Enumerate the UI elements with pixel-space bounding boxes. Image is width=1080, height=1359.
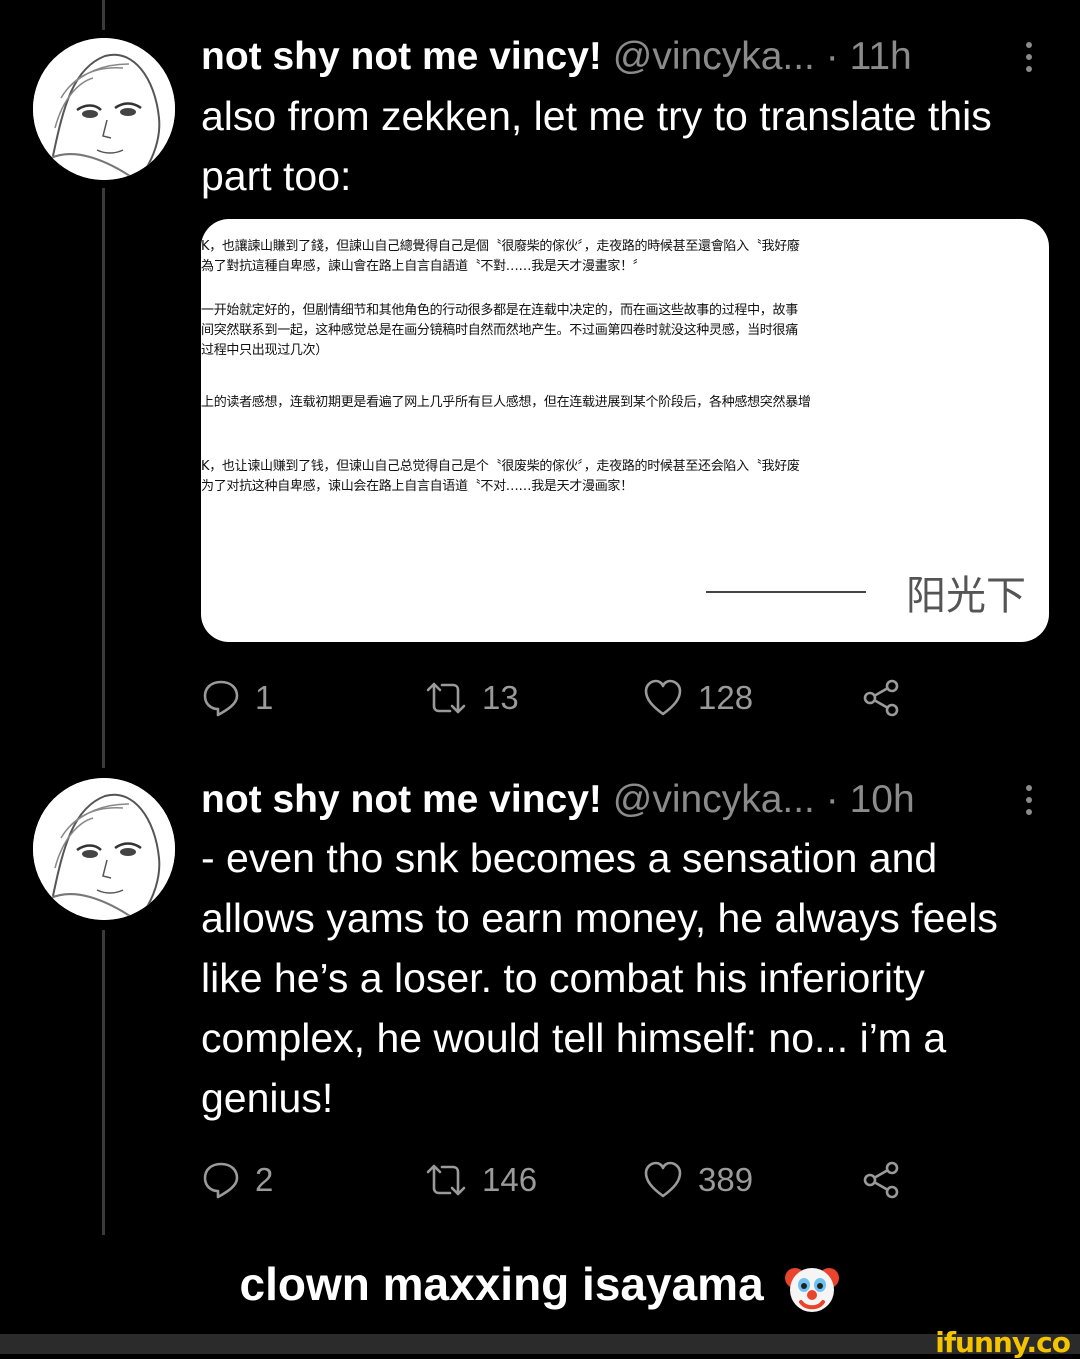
thread-line-top bbox=[102, 0, 105, 30]
reply-button[interactable]: 1 bbox=[201, 678, 273, 718]
text-line: 上的读者感想，连载初期更是看遍了网上几乎所有巨人感想，但在连载进展到某个阶段后，… bbox=[201, 395, 811, 410]
clown-face-icon bbox=[785, 1267, 840, 1312]
footer-bar bbox=[0, 1334, 1080, 1354]
more-options-icon[interactable] bbox=[1022, 42, 1036, 72]
tweet-time[interactable]: · 10h bbox=[826, 778, 915, 821]
author-name[interactable]: not shy not me vincy! bbox=[201, 35, 602, 78]
share-button[interactable] bbox=[860, 1160, 902, 1200]
tweet-image[interactable]: K，也讓諫山賺到了錢，但諫山自己總覺得自己是個〝很廢柴的傢伙〞，走夜路的時候甚至… bbox=[201, 219, 1049, 642]
share-icon bbox=[863, 679, 899, 717]
meme-caption: clown maxxing isayama bbox=[0, 1248, 1080, 1320]
share-icon bbox=[863, 1161, 899, 1199]
author-name[interactable]: not shy not me vincy! bbox=[201, 778, 602, 821]
heart-icon bbox=[644, 1161, 682, 1198]
signature-text: 阳光下 bbox=[906, 573, 1026, 619]
like-button[interactable]: 128 bbox=[642, 678, 753, 718]
tweet-actions: 2 146 389 bbox=[201, 1160, 921, 1200]
avatar[interactable] bbox=[33, 778, 175, 920]
text-line: K，也让谏山赚到了钱，但谏山自己总觉得自己是个〝很废柴的傢伙〞，走夜路的时候甚至… bbox=[201, 459, 800, 474]
text-block-2: 一开始就定好的，但剧情细节和其他角色的行动很多都是在连载中决定的，而在画这些故事… bbox=[201, 301, 798, 361]
reply-icon bbox=[203, 1162, 239, 1199]
text-line: 间突然联系到一起，这种感觉总是在画分镜稿时自然而然地产生。不过画第四卷时就没这种… bbox=[201, 323, 798, 338]
text-line: 过程中只出现过几次） bbox=[201, 343, 329, 358]
author-handle[interactable]: @vincyka... bbox=[613, 778, 815, 821]
retweet-button[interactable]: 13 bbox=[424, 678, 519, 718]
avatar-sketch-icon bbox=[33, 38, 175, 180]
tweet-time[interactable]: · 11h bbox=[826, 35, 912, 78]
retweet-button[interactable]: 146 bbox=[424, 1160, 537, 1200]
tweet-text: also from zekken, let me try to translat… bbox=[201, 93, 992, 199]
like-count: 389 bbox=[698, 1161, 754, 1198]
text-line: 一开始就定好的，但剧情细节和其他角色的行动很多都是在连载中决定的，而在画这些故事… bbox=[201, 303, 798, 318]
signature-dash bbox=[706, 591, 866, 593]
share-button[interactable] bbox=[860, 678, 902, 718]
ifunny-watermark: ifunny.co bbox=[935, 1326, 1071, 1359]
retweet-count: 146 bbox=[482, 1161, 538, 1198]
tweet-text: - even tho snk becomes a sensation and a… bbox=[201, 835, 998, 1121]
like-button[interactable]: 389 bbox=[642, 1160, 753, 1200]
text-block-3: 上的读者感想，连载初期更是看遍了网上几乎所有巨人感想，但在连载进展到某个阶段后，… bbox=[201, 393, 811, 413]
text-line: 为了对抗这种自卑感，谏山会在路上自言自语道〝不对……我是天才漫画家！ bbox=[201, 479, 633, 494]
heart-icon bbox=[644, 679, 682, 716]
author-handle[interactable]: @vincyka... bbox=[613, 35, 815, 78]
reply-icon bbox=[203, 680, 239, 717]
text-line: 為了對抗這種自卑感，諫山會在路上自言自語道〝不對……我是天才漫畫家！〞 bbox=[201, 259, 646, 274]
thread-line-bottom bbox=[102, 930, 105, 1235]
reply-button[interactable]: 2 bbox=[201, 1160, 273, 1200]
retweet-count: 13 bbox=[482, 679, 519, 716]
avatar[interactable] bbox=[33, 38, 175, 180]
reply-count: 2 bbox=[255, 1161, 274, 1198]
signature: 阳光下 bbox=[706, 563, 1026, 621]
avatar-sketch-icon bbox=[33, 778, 175, 920]
reply-count: 1 bbox=[255, 679, 274, 716]
tweet-header: not shy not me vincy! @vincyka... · 11h bbox=[201, 34, 912, 80]
retweet-icon bbox=[426, 1164, 466, 1196]
text-line: K，也讓諫山賺到了錢，但諫山自己總覺得自己是個〝很廢柴的傢伙〞，走夜路的時候甚至… bbox=[201, 239, 800, 254]
text-block-1: K，也讓諫山賺到了錢，但諫山自己總覺得自己是個〝很廢柴的傢伙〞，走夜路的時候甚至… bbox=[201, 237, 800, 277]
retweet-icon bbox=[426, 682, 466, 714]
tweet-actions: 1 13 128 bbox=[201, 678, 921, 718]
text-block-4: K，也让谏山赚到了钱，但谏山自己总觉得自己是个〝很废柴的傢伙〞，走夜路的时候甚至… bbox=[201, 457, 800, 497]
caption-text: clown maxxing isayama bbox=[239, 1258, 764, 1310]
like-count: 128 bbox=[698, 679, 754, 716]
tweet-header: not shy not me vincy! @vincyka... · 10h bbox=[201, 777, 915, 823]
thread-line-connector bbox=[102, 188, 105, 768]
more-options-icon[interactable] bbox=[1022, 785, 1036, 815]
